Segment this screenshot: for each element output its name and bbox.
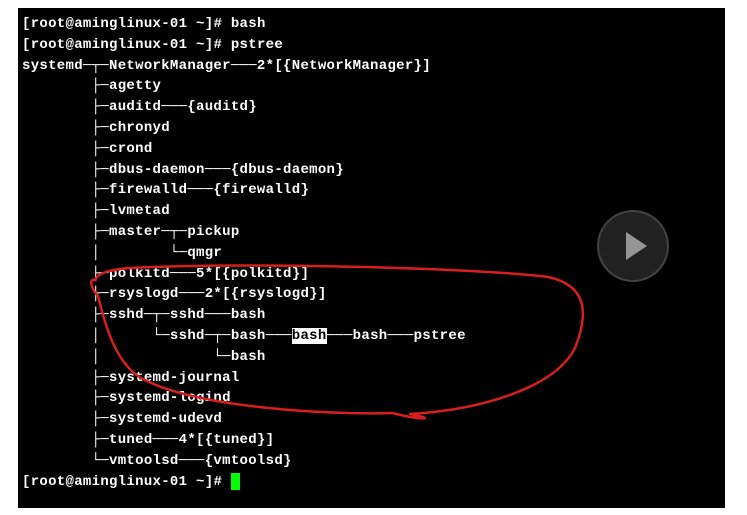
- prompt-empty: [222, 474, 231, 490]
- pstree-line: └─vmtoolsd───{vmtoolsd}: [22, 451, 721, 472]
- command-bash: bash: [222, 16, 266, 32]
- pstree-line: ├─rsyslogd───2*[{rsyslogd}]: [22, 284, 721, 305]
- prompt-at: @: [66, 37, 75, 53]
- play-button[interactable]: [597, 210, 669, 282]
- prompt-path: ~: [196, 37, 205, 53]
- prompt-close: ]#: [205, 16, 222, 32]
- command-pstree: pstree: [222, 37, 283, 53]
- prompt-line-2: [root@aminglinux-01 ~]# pstree: [22, 35, 721, 56]
- prompt-path: ~: [196, 16, 205, 32]
- pstree-line: ├─agetty: [22, 76, 721, 97]
- prompt-open: [: [22, 474, 31, 490]
- cursor: [231, 473, 240, 490]
- prompt-path: ~: [196, 474, 205, 490]
- prompt-user: root: [31, 474, 66, 490]
- play-icon: [626, 232, 647, 260]
- pstree-line: systemd─┬─NetworkManager───2*[{NetworkMa…: [22, 56, 721, 77]
- prompt-host: aminglinux-01: [74, 16, 187, 32]
- prompt-host: aminglinux-01: [74, 474, 187, 490]
- pstree-line: ├─crond: [22, 139, 721, 160]
- prompt-sep: [187, 37, 196, 53]
- pstree-segment: ───bash───pstree: [327, 328, 466, 344]
- prompt-sep: [187, 16, 196, 32]
- pstree-line: ├─tuned───4*[{tuned}]: [22, 430, 721, 451]
- pstree-line: ├─auditd───{auditd}: [22, 97, 721, 118]
- pstree-line-highlighted: │ └─sshd─┬─bash───bash───bash───pstree: [22, 326, 721, 347]
- pstree-line: ├─sshd─┬─sshd───bash: [22, 305, 721, 326]
- pstree-line: ├─firewalld───{firewalld}: [22, 180, 721, 201]
- prompt-open: [: [22, 37, 31, 53]
- highlighted-bash: bash: [292, 328, 327, 344]
- pstree-line: ├─systemd-udevd: [22, 409, 721, 430]
- prompt-at: @: [66, 474, 75, 490]
- prompt-user: root: [31, 37, 66, 53]
- prompt-line-3: [root@aminglinux-01 ~]#: [22, 472, 721, 493]
- pstree-line: ├─chronyd: [22, 118, 721, 139]
- prompt-close: ]#: [205, 474, 222, 490]
- pstree-line: ├─systemd-logind: [22, 388, 721, 409]
- prompt-at: @: [66, 16, 75, 32]
- pstree-segment: │ └─sshd─┬─bash───: [22, 328, 292, 344]
- prompt-line-1: [root@aminglinux-01 ~]# bash: [22, 14, 721, 35]
- prompt-user: root: [31, 16, 66, 32]
- pstree-line: ├─systemd-journal: [22, 368, 721, 389]
- prompt-host: aminglinux-01: [74, 37, 187, 53]
- prompt-open: [: [22, 16, 31, 32]
- prompt-sep: [187, 474, 196, 490]
- pstree-line: │ └─bash: [22, 347, 721, 368]
- pstree-line: ├─dbus-daemon───{dbus-daemon}: [22, 160, 721, 181]
- prompt-close: ]#: [205, 37, 222, 53]
